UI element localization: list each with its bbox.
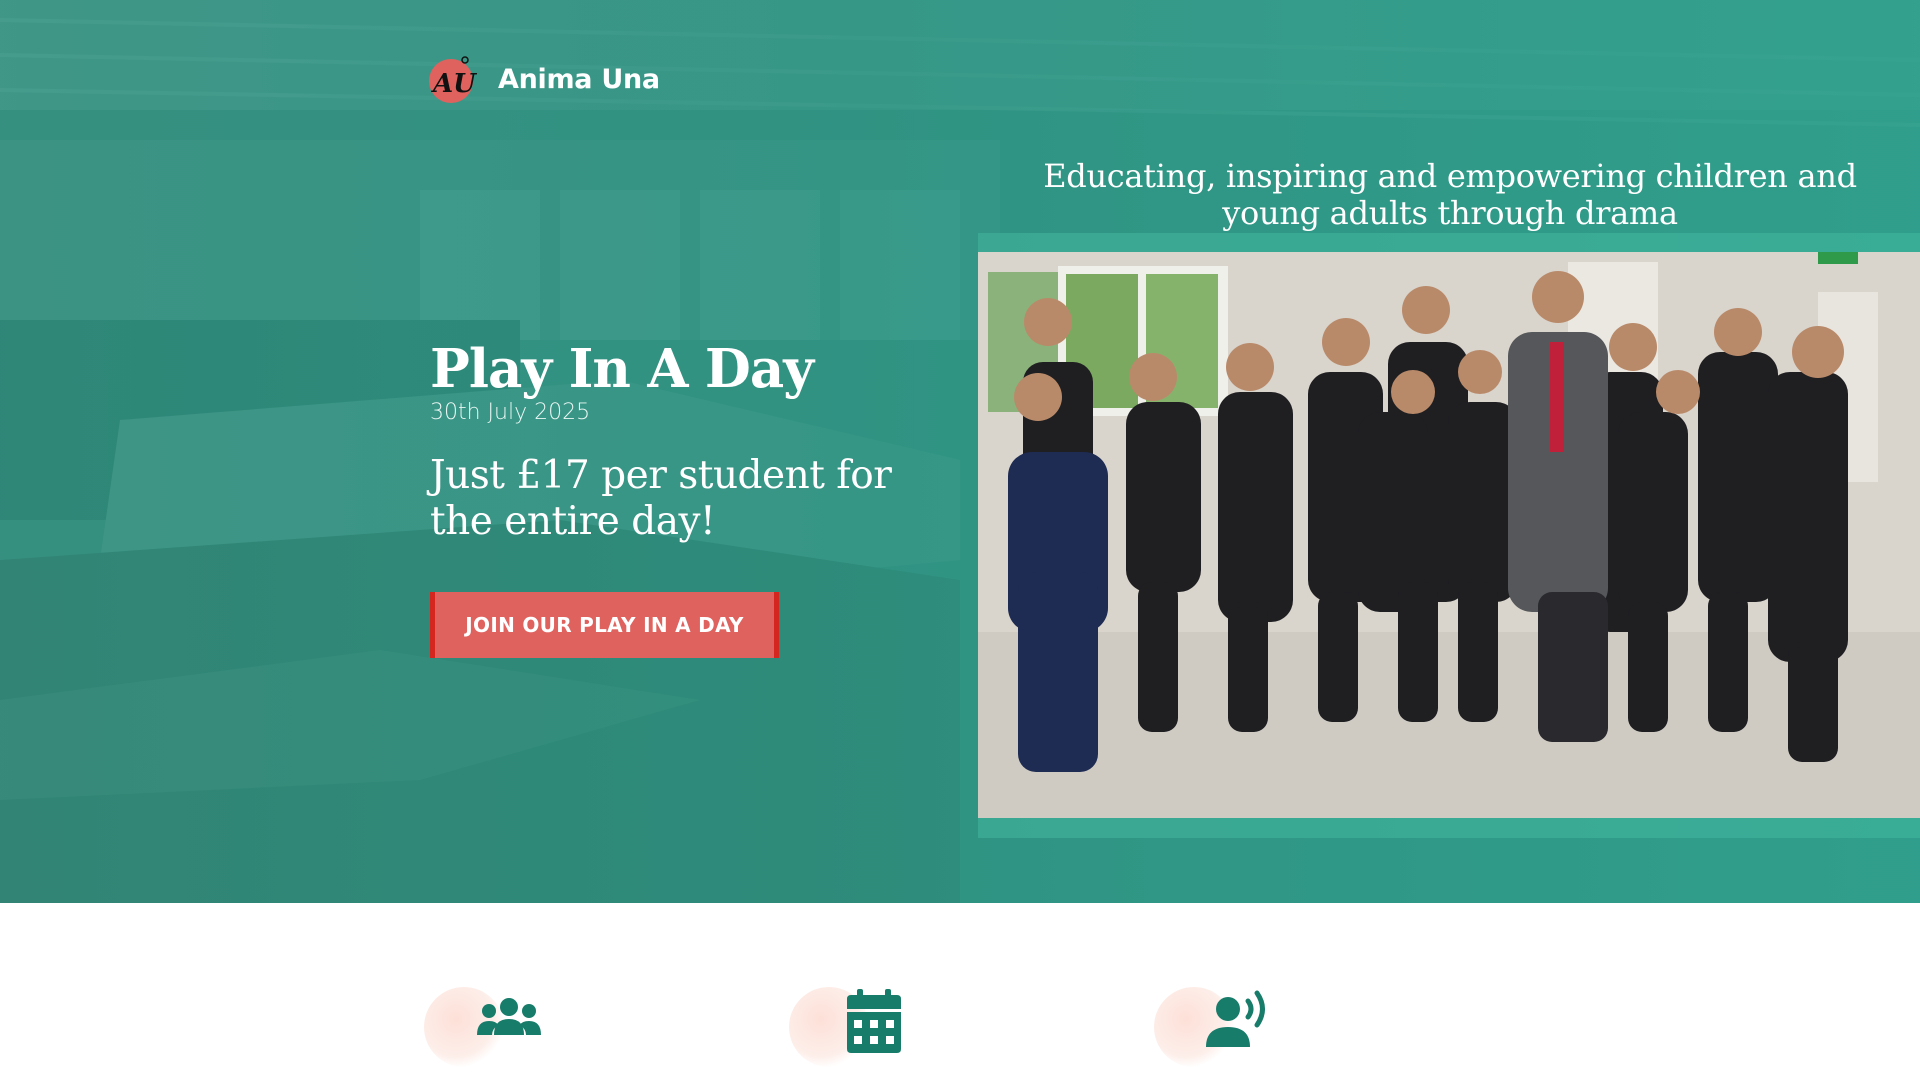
event-info: Play In A Day 30th July 2025 Just £17 pe… xyxy=(430,340,950,544)
users-group-icon xyxy=(477,998,541,1035)
calendar-icon xyxy=(847,989,901,1053)
feature-speaking xyxy=(1154,987,1274,1067)
features-section xyxy=(0,903,1920,1080)
price-text: Just £17 per student for the entire day! xyxy=(430,453,892,544)
feature-groups xyxy=(424,987,544,1067)
group-photo-illustration xyxy=(978,252,1920,818)
join-play-button[interactable]: JOIN OUR PLAY IN A DAY xyxy=(430,592,779,658)
hero-section: AU Anima Una Educating, inspiring and em… xyxy=(0,0,1920,903)
site-logo[interactable]: AU Anima Una xyxy=(429,54,660,104)
speaking-person-icon xyxy=(1206,990,1265,1047)
group-photo xyxy=(978,252,1920,818)
event-date: 30th July 2025 xyxy=(430,400,591,426)
logo-letters: AU xyxy=(430,69,477,99)
logo-mark-icon: AU xyxy=(429,56,477,103)
brand-name: Anima Una xyxy=(498,63,660,95)
feature-calendar xyxy=(789,987,909,1067)
event-title: Play In A Day xyxy=(430,338,814,400)
hero-tagline: Educating, inspiring and empowering chil… xyxy=(1043,157,1857,232)
